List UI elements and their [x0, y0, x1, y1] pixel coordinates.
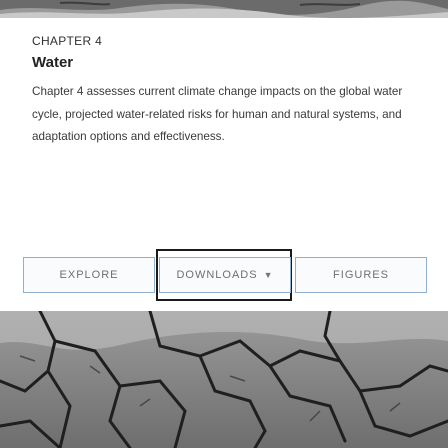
tab-figures-label: FIGURES	[333, 269, 389, 281]
tab-downloads-label: DOWNLOADS	[176, 269, 258, 281]
tab-figures[interactable]: FIGURES	[295, 257, 427, 293]
tab-downloads[interactable]: DOWNLOADS ▼	[159, 257, 291, 293]
chevron-down-icon: ▼	[263, 270, 274, 280]
chapter-summary: Chapter 4 assesses current climate chang…	[32, 85, 403, 143]
chapter-number: CHAPTER 4	[32, 34, 103, 48]
tab-explore[interactable]: EXPLORE	[23, 257, 155, 293]
banner-image	[0, 0, 448, 18]
page-title: Water	[32, 54, 74, 71]
banner-texture	[0, 0, 448, 18]
chapter-header: CHAPTER 4 Water Chapter 4 assesses curre…	[32, 34, 422, 149]
chapter-tabs: EXPLORE DOWNLOADS ▼ FIGURES	[23, 257, 427, 295]
tab-explore-label: EXPLORE	[59, 269, 119, 281]
cracked-earth-illustration	[0, 311, 448, 448]
chapter-cover-image	[0, 311, 448, 448]
